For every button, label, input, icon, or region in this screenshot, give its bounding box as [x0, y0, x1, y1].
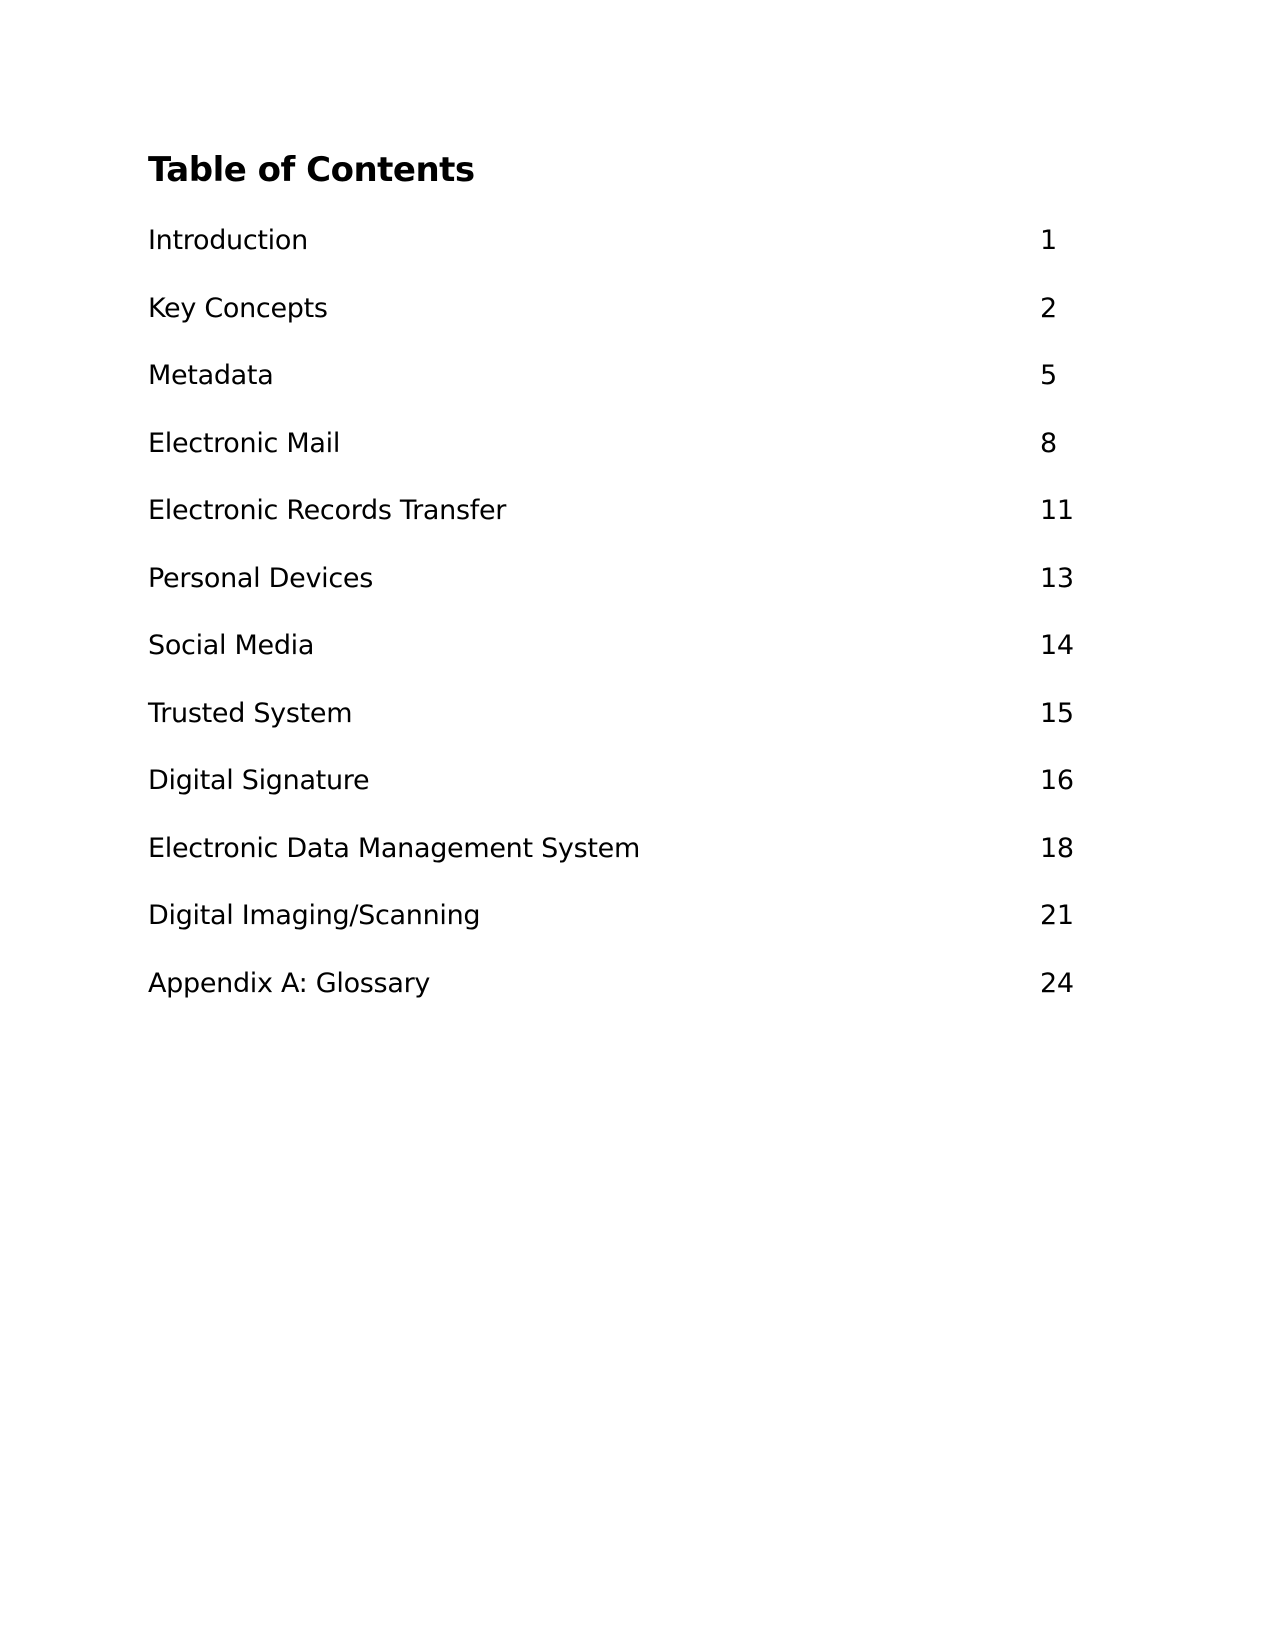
toc-entry-page: 2 [1040, 292, 1057, 324]
toc-entry-page: 8 [1040, 427, 1057, 459]
toc-entry[interactable]: Key Concepts 2 [148, 292, 1088, 360]
toc-entry-label: Introduction [148, 225, 308, 256]
toc-entry-label: Digital Signature [148, 765, 370, 796]
toc-entry-page: 1 [1040, 225, 1057, 256]
toc-entry[interactable]: Personal Devices 13 [148, 562, 1088, 630]
document-page: Table of Contents Introduction 1 Key Con… [0, 0, 1275, 1650]
toc-entry-label: Trusted System [148, 697, 353, 729]
toc-entry-page: 16 [1040, 765, 1074, 796]
toc-entry-page: 11 [1040, 495, 1074, 526]
toc-entry-page: 21 [1040, 900, 1074, 931]
toc-entry[interactable]: Introduction 1 [148, 224, 1088, 292]
toc-entry-page: 13 [1040, 562, 1074, 594]
toc-entry-label: Personal Devices [148, 562, 373, 594]
toc-entry-page: 24 [1040, 967, 1074, 999]
toc-entry-page: 14 [1040, 630, 1074, 661]
toc-entry[interactable]: Electronic Records Transfer 11 [148, 494, 1088, 562]
toc-entry-label: Electronic Mail [148, 427, 341, 459]
toc-title: Table of Contents [148, 150, 475, 190]
toc-entry[interactable]: Metadata 5 [148, 359, 1088, 427]
toc-entry[interactable]: Electronic Mail 8 [148, 427, 1088, 495]
toc-entry-label: Metadata [148, 360, 274, 391]
toc-entry-label: Electronic Data Management System [148, 832, 640, 864]
toc-entry-label: Digital Imaging/Scanning [148, 900, 481, 931]
toc-entry-label: Electronic Records Transfer [148, 495, 507, 526]
toc-entry[interactable]: Digital Imaging/Scanning 21 [148, 899, 1088, 967]
toc-entry[interactable]: Electronic Data Management System 18 [148, 832, 1088, 900]
toc-entry[interactable]: Social Media 14 [148, 629, 1088, 697]
toc-entry-page: 18 [1040, 832, 1074, 864]
toc-entry[interactable]: Digital Signature 16 [148, 764, 1088, 832]
toc-entry-page: 5 [1040, 360, 1057, 391]
toc-entry[interactable]: Appendix A: Glossary 24 [148, 967, 1088, 1035]
toc-entry[interactable]: Trusted System 15 [148, 697, 1088, 765]
toc-list: Introduction 1 Key Concepts 2 Metadata 5… [148, 224, 1088, 1034]
toc-entry-label: Social Media [148, 630, 315, 661]
toc-entry-label: Key Concepts [148, 292, 328, 324]
toc-entry-page: 15 [1040, 697, 1074, 729]
toc-entry-label: Appendix A: Glossary [148, 967, 431, 999]
